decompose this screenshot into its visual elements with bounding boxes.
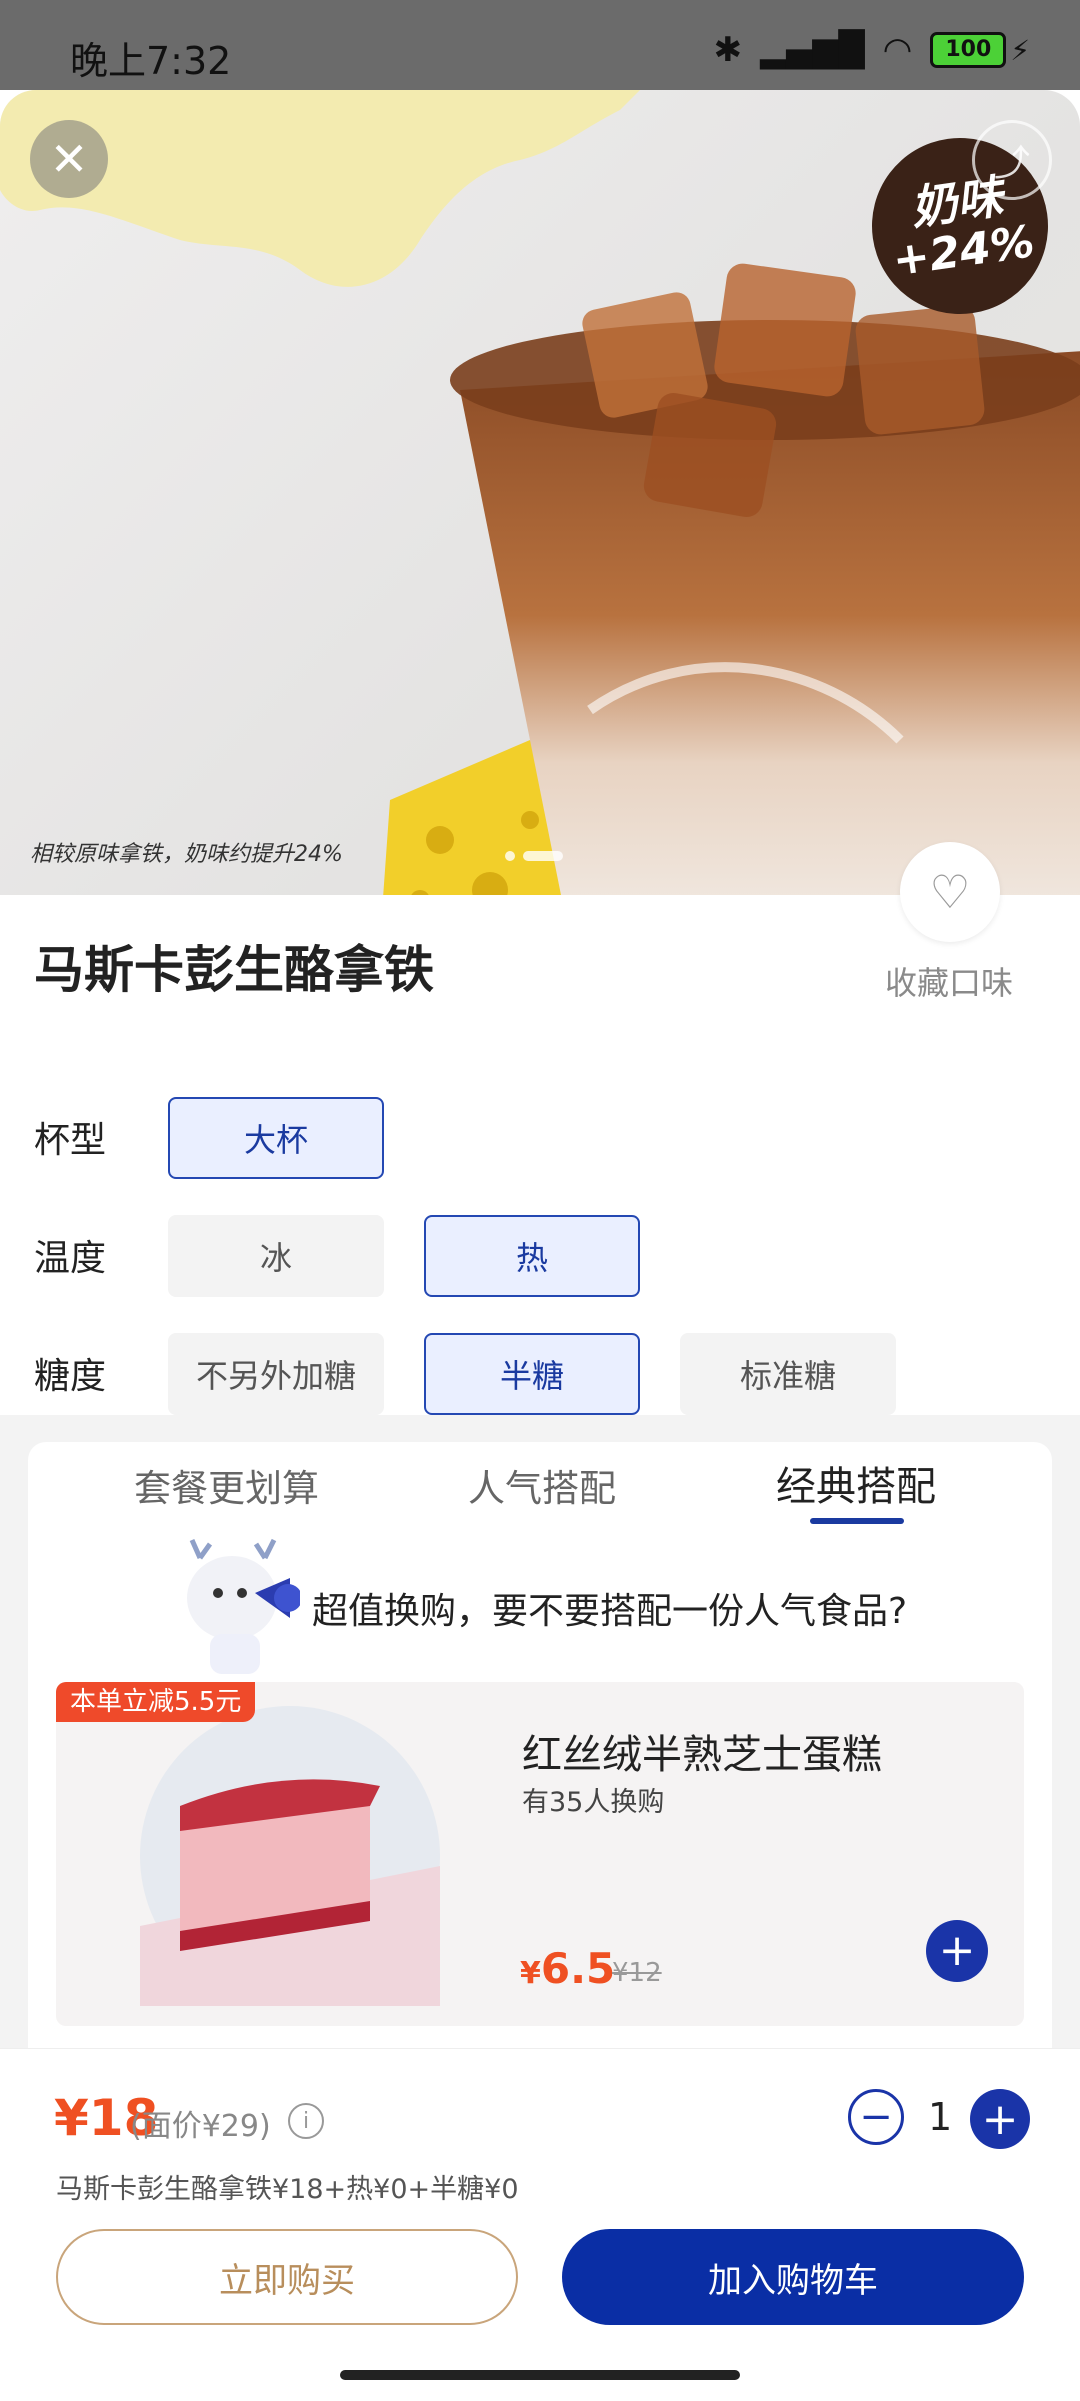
chip-half-sugar[interactable]: 半糖	[424, 1333, 640, 1415]
badge-line-2: +24%	[889, 216, 1038, 287]
bluetooth-icon: ✱	[713, 30, 743, 70]
close-icon: ✕	[49, 132, 89, 186]
carousel-indicator	[505, 851, 563, 861]
addon-price: ¥6.5	[520, 1944, 615, 1993]
hero-caption: 相较原味拿铁，奶味约提升24%	[30, 842, 343, 867]
plus-icon: +	[981, 2093, 1019, 2145]
checkout-bar: ¥18 (面价¥29) i − 1 + 马斯卡彭生酪拿铁¥18+热¥0+半糖¥0…	[0, 2048, 1080, 2401]
share-button[interactable]: ⤴	[972, 120, 1052, 200]
face-price-note: (面价¥29)	[130, 2109, 271, 2144]
product-hero-image: ✕ 奶味 +24% ⤴ 相较原味拿铁，奶味约提升24%	[0, 90, 1080, 895]
info-icon[interactable]: i	[288, 2103, 324, 2139]
home-indicator[interactable]	[340, 2370, 740, 2380]
tab-combo[interactable]: 套餐更划算	[134, 1458, 319, 1512]
buy-now-button[interactable]: 立即购买	[56, 2229, 518, 2325]
addon-price-symbol: ¥	[520, 1956, 541, 1991]
battery-icon: 100 ⚡	[930, 32, 1030, 68]
chip-large[interactable]: 大杯	[168, 1097, 384, 1179]
discount-tag: 本单立减5.5元	[56, 1682, 256, 1722]
addon-add-button[interactable]: +	[926, 1920, 988, 1982]
status-icons: ✱ ▂▄▆█ ◠ 100 ⚡	[714, 30, 1030, 70]
chip-hot[interactable]: 热	[424, 1215, 640, 1297]
plus-icon: +	[938, 1925, 976, 1976]
iced-latte-image	[450, 263, 1080, 895]
order-summary: 马斯卡彭生酪拿铁¥18+热¥0+半糖¥0	[56, 2174, 519, 2205]
favorite-button[interactable]: ♡	[900, 842, 1000, 942]
quantity-increase-button[interactable]: +	[970, 2089, 1030, 2149]
promo-text: 超值换购，要不要搭配一份人气食品?	[312, 1591, 908, 1632]
add-to-cart-button[interactable]: 加入购物车	[562, 2229, 1024, 2325]
carousel-dot-active[interactable]	[523, 851, 563, 861]
addon-price-value: 6.5	[540, 1944, 616, 1993]
tab-active-indicator	[810, 1518, 904, 1524]
charging-icon: ⚡	[1010, 33, 1030, 67]
heart-icon: ♡	[929, 865, 971, 919]
product-title: 马斯卡彭生酪拿铁	[34, 941, 434, 999]
status-bar: 晚上7:32 ✱ ▂▄▆█ ◠ 100 ⚡	[0, 0, 1080, 90]
battery-level: 100	[930, 32, 1007, 68]
favorite-label[interactable]: 收藏口味	[885, 958, 1013, 1004]
signal-icon: ▂▄▆█	[760, 30, 865, 70]
option-label: 杯型	[34, 1120, 107, 1161]
addon-original-price: ¥12	[612, 1958, 662, 1988]
addon-name: 红丝绒半熟芝士蛋糕	[522, 1732, 882, 1778]
tab-popular[interactable]: 人气搭配	[468, 1458, 616, 1512]
close-button[interactable]: ✕	[30, 120, 108, 198]
option-row-temperature: 温度 冰 热	[0, 1215, 1080, 1301]
red-velvet-cake-image	[140, 1706, 440, 2006]
option-label: 糖度	[34, 1356, 107, 1397]
option-row-sugar: 糖度 不另外加糖 半糖 标准糖	[0, 1333, 1080, 1419]
wifi-icon: ◠	[882, 30, 913, 70]
mascot-deer-image	[187, 1538, 300, 1674]
option-row-size: 杯型 大杯	[0, 1097, 1080, 1183]
addon-buyers: 有35人换购	[522, 1787, 665, 1818]
chip-no-sugar[interactable]: 不另外加糖	[168, 1333, 384, 1415]
chip-standard-sugar[interactable]: 标准糖	[680, 1333, 896, 1415]
minus-icon: −	[859, 2094, 893, 2140]
option-label: 温度	[34, 1238, 107, 1279]
chip-iced[interactable]: 冰	[168, 1215, 384, 1297]
share-icon: ⤴	[993, 143, 1030, 184]
status-time: 晚上7:32	[70, 39, 232, 83]
carousel-dot[interactable]	[505, 851, 515, 861]
addon-product-card[interactable]: 本单立减5.5元 红丝绒半熟芝士蛋糕 有35人换购 ¥6.5 ¥12 +	[56, 1682, 1024, 2026]
tab-classic[interactable]: 经典搭配	[776, 1454, 936, 1512]
quantity-decrease-button[interactable]: −	[848, 2089, 904, 2145]
quantity-value: 1	[928, 2095, 953, 2139]
